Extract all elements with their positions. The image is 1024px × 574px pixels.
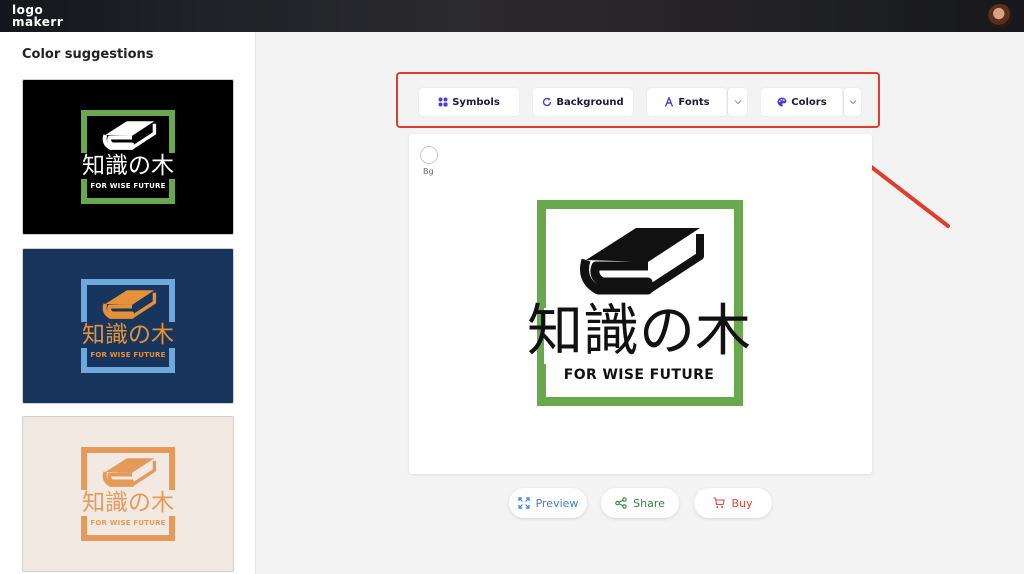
bg-toggle[interactable] [420,146,438,164]
colors-label: Colors [791,96,827,108]
share-label: Share [633,496,665,510]
logo-tagline: FOR WISE FUTURE [90,182,166,190]
expand-icon [517,497,530,509]
book-icon [102,121,157,150]
logo-line-2: makerr [12,15,64,29]
colors-dropdown-button[interactable] [843,88,861,116]
font-icon [665,97,674,107]
logo-kanji: 知識の木 [527,299,751,364]
logo-tagline: FOR WISE FUTURE [90,519,166,527]
cart-icon [713,497,726,508]
background-button[interactable]: Background [533,88,633,116]
book-icon [102,458,157,487]
sidebar-title: Color suggestions [22,47,154,62]
buy-button[interactable]: Buy [694,488,772,518]
fonts-label: Fonts [678,96,710,108]
mini-logo: 知識の木 FOR WISE FUTURE [68,444,188,544]
logo-kanji: 知識の木 [68,153,188,179]
mini-logo: 知識の木 FOR WISE FUTURE [68,276,188,376]
logo-tagline: FOR WISE FUTURE [90,351,166,359]
chevron-down-icon [734,100,741,105]
logo-tagline: FOR WISE FUTURE [563,367,715,383]
book-icon [580,228,704,295]
share-icon [615,497,627,509]
logo-kanji: 知識の木 [68,490,188,516]
main-logo-preview[interactable]: 知識の木 FOR WISE FUTURE [504,200,774,410]
logo-canvas[interactable]: Bg 知識の木 FOR WISE FUTURE [409,134,872,474]
preview-label: Preview [535,496,579,510]
colors-button[interactable]: Colors [761,88,843,116]
color-suggestion-card-1[interactable]: 知識の木 FOR WISE FUTURE [22,79,234,235]
refresh-icon [543,97,552,107]
symbols-label: Symbols [452,96,500,108]
fonts-button[interactable]: Fonts [647,88,727,116]
bg-label: Bg [423,167,434,176]
color-suggestions-sidebar: Color suggestions 知識の木 FOR WISE FUTURE 知… [0,32,256,574]
logo-kanji: 知識の木 [68,322,188,348]
chevron-down-icon [849,100,856,105]
book-icon [102,290,157,319]
symbols-button[interactable]: Symbols [419,88,519,116]
palette-icon [777,97,787,107]
top-bar: logo makerr [0,0,1024,32]
color-suggestion-card-2[interactable]: 知識の木 FOR WISE FUTURE [22,248,234,404]
mini-logo: 知識の木 FOR WISE FUTURE [68,107,188,207]
buy-label: Buy [731,496,753,510]
share-button[interactable]: Share [601,488,679,518]
background-label: Background [556,96,624,108]
logomakerr-logo[interactable]: logo makerr [12,2,66,30]
fonts-dropdown-button[interactable] [727,88,747,116]
color-suggestion-card-3[interactable]: 知識の木 FOR WISE FUTURE [22,416,234,572]
preview-button[interactable]: Preview [509,488,587,518]
user-avatar[interactable] [988,4,1012,28]
symbols-icon [438,97,448,107]
